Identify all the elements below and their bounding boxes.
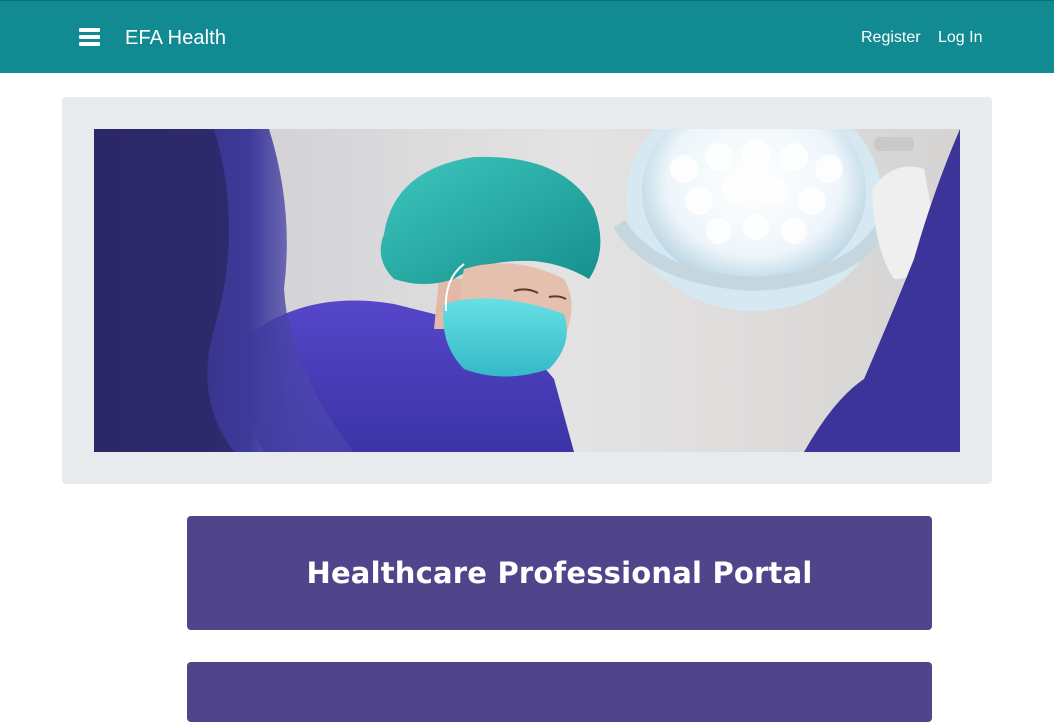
next-panel <box>187 662 932 722</box>
hero-card <box>62 97 992 484</box>
portal-title: Healthcare Professional Portal <box>306 556 813 590</box>
brand-link[interactable]: EFA Health <box>125 25 226 51</box>
top-navbar: EFA Health Register Log In <box>0 0 1054 73</box>
portal-banner: Healthcare Professional Portal <box>187 516 932 630</box>
hamburger-menu-icon[interactable] <box>78 26 100 48</box>
login-link[interactable]: Log In <box>938 28 982 48</box>
register-link[interactable]: Register <box>861 28 921 48</box>
hero-image <box>94 129 960 452</box>
